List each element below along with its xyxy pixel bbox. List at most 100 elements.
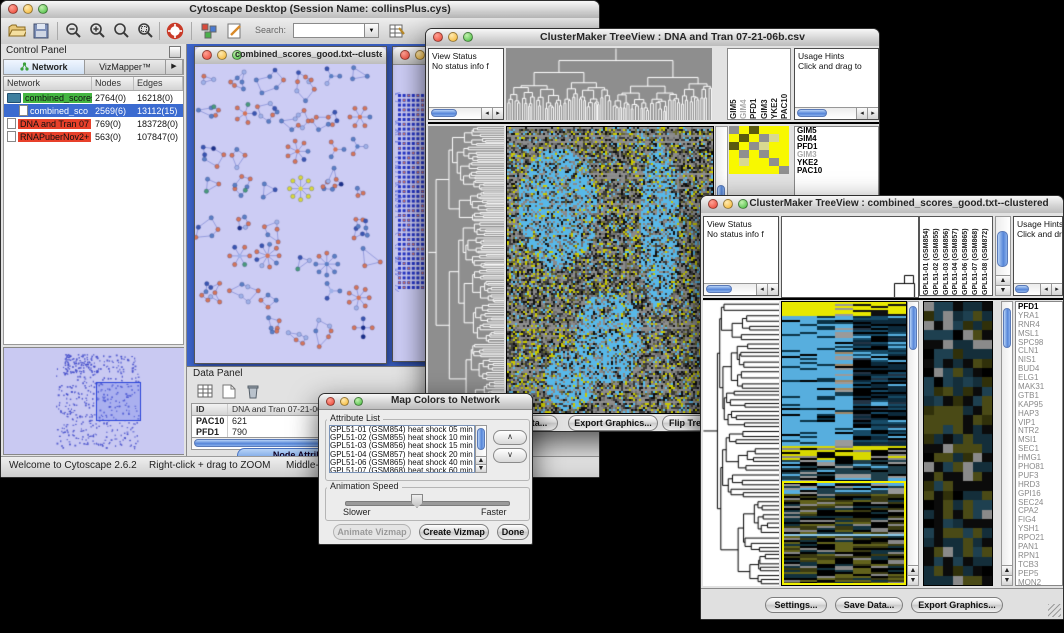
treeview1-title-bar[interactable]: ClusterMaker TreeView : DNA and Tran 07-… [426,29,879,47]
scroll-right-icon[interactable]: ▸ [492,108,503,119]
zoom-out-icon[interactable] [63,21,83,41]
minimize-button[interactable] [217,50,227,60]
zoom-matrix[interactable] [729,126,789,174]
matrix-cell[interactable] [739,166,749,174]
scrollbar-thumb[interactable] [1003,308,1011,348]
matrix-cell[interactable] [779,142,789,150]
scroll-left-icon[interactable]: ◂ [856,108,867,119]
close-button[interactable] [708,199,718,209]
matrix-cell[interactable] [759,142,769,150]
birds-eye-canvas[interactable] [4,348,184,454]
matrix-cell[interactable] [769,166,779,174]
matrix-cell[interactable] [779,134,789,142]
export-graphics-button[interactable]: Export Graphics... [568,415,658,431]
matrix-cell[interactable] [739,134,749,142]
zoom-fit-icon[interactable] [111,21,131,41]
tab-vizmapper[interactable]: VizMapper™ [85,60,166,74]
matrix-cell[interactable] [729,150,739,158]
zoom-selected-region-icon[interactable] [135,21,155,41]
matrix-cell[interactable] [739,150,749,158]
resize-grip[interactable] [1048,604,1061,617]
move-down-button[interactable]: ∨ [493,448,527,463]
matrix-cell[interactable] [749,166,759,174]
scroll-up-icon[interactable]: ▲ [1002,565,1012,575]
help-lifesaver-icon[interactable] [165,21,185,41]
col-nodes[interactable]: Nodes [92,77,134,90]
minimize-button[interactable] [340,397,349,406]
zoom-heatmap-canvas[interactable] [923,301,993,586]
scroll-right-icon[interactable]: ▸ [1051,284,1062,295]
scrollbar-thumb[interactable] [431,109,457,117]
matrix-cell[interactable] [779,126,789,134]
scroll-up-icon[interactable]: ▲ [908,565,918,575]
close-button[interactable] [8,4,18,14]
open-file-icon[interactable] [7,21,27,41]
attribute-table-icon[interactable] [387,21,407,41]
export-graphics-button[interactable]: Export Graphics... [911,597,1003,613]
float-panel-icon[interactable] [169,46,181,58]
treeview2-title-bar[interactable]: ClusterMaker TreeView : combined_scores_… [701,196,1063,214]
column-label-scrollbar[interactable]: ▲ ▼ [995,216,1011,296]
matrix-cell[interactable] [729,142,739,150]
matrix-cell[interactable] [729,166,739,174]
scroll-left-icon[interactable]: ◂ [1040,284,1051,295]
network-table-row[interactable]: combined_scores2764(0)16218(0) [4,91,183,104]
matrix-cell[interactable] [759,150,769,158]
new-attribute-icon[interactable] [219,381,239,401]
scrollbar-thumb[interactable] [477,428,485,450]
matrix-cell[interactable] [769,142,779,150]
close-button[interactable] [202,50,212,60]
network-table-row[interactable]: DNA and Tran 07769(0)183728(0) [4,117,183,130]
birds-eye-view[interactable] [3,347,184,455]
create-vizmap-button[interactable]: Create Vizmap [419,524,489,540]
delete-attribute-trash-icon[interactable] [243,381,263,401]
scrollbar-thumb[interactable] [997,231,1008,267]
scrollbar-thumb[interactable] [797,109,827,117]
col-edges[interactable]: Edges [134,77,183,90]
minimize-button[interactable] [448,32,458,42]
save-data-button[interactable]: Save Data... [835,597,903,613]
matrix-cell[interactable] [759,158,769,166]
scroll-down-icon[interactable]: ▼ [908,575,918,585]
close-button[interactable] [400,50,410,60]
matrix-cell[interactable] [779,158,789,166]
usage-hints-scrollbar[interactable]: ◂▸ [794,107,879,120]
matrix-cell[interactable] [769,150,779,158]
col-network[interactable]: Network [4,77,92,90]
scrollbar-thumb[interactable] [909,306,917,350]
view-status-scrollbar[interactable]: ◂▸ [703,283,779,296]
scroll-down-icon[interactable]: ▼ [476,464,486,472]
matrix-cell[interactable] [739,142,749,150]
network-table-row[interactable]: combined_sco2569(6)13112(15) [4,104,183,117]
column-dendrogram-canvas[interactable] [781,216,919,298]
heatmap-vertical-scrollbar[interactable]: ▲ ▼ [907,301,919,586]
matrix-cell[interactable] [729,134,739,142]
attribute-list-scrollbar[interactable]: ▲ ▼ [475,425,487,473]
scroll-left-icon[interactable]: ◂ [756,284,767,295]
vizmapper-icon[interactable] [199,21,219,41]
attribute-list[interactable]: GPL51-01 (GSM854) heat shock 05 minGPL51… [329,425,475,473]
speed-slider-track[interactable] [345,501,510,506]
search-dropdown-arrow-icon[interactable]: ▼ [365,23,379,38]
matrix-cell[interactable] [749,142,759,150]
search-input[interactable] [293,23,365,38]
zoom-in-icon[interactable] [87,21,107,41]
scroll-up-icon[interactable]: ▲ [476,456,486,464]
close-button[interactable] [326,397,335,406]
matrix-cell[interactable] [759,126,769,134]
matrix-cell[interactable] [729,126,739,134]
matrix-cell[interactable] [739,126,749,134]
animate-vizmap-button[interactable]: Animate Vizmap [333,524,411,540]
minimize-button[interactable] [723,199,733,209]
network-table-row[interactable]: RNAPuberNov2+563(0)107847(0) [4,130,183,143]
matrix-cell[interactable] [749,158,759,166]
scrollbar-thumb[interactable] [706,285,732,293]
row-dendrogram-canvas[interactable] [428,126,504,414]
scroll-down-icon[interactable]: ▼ [996,285,1010,295]
tab-network[interactable]: Network [4,60,85,74]
column-dendrogram-canvas[interactable] [506,48,712,120]
usage-hints-scrollbar[interactable]: ◂▸ [1013,283,1063,296]
tab-overflow-arrow-icon[interactable]: ▶ [166,60,183,74]
scroll-down-icon[interactable]: ▼ [1002,575,1012,585]
scroll-left-icon[interactable]: ◂ [481,108,492,119]
